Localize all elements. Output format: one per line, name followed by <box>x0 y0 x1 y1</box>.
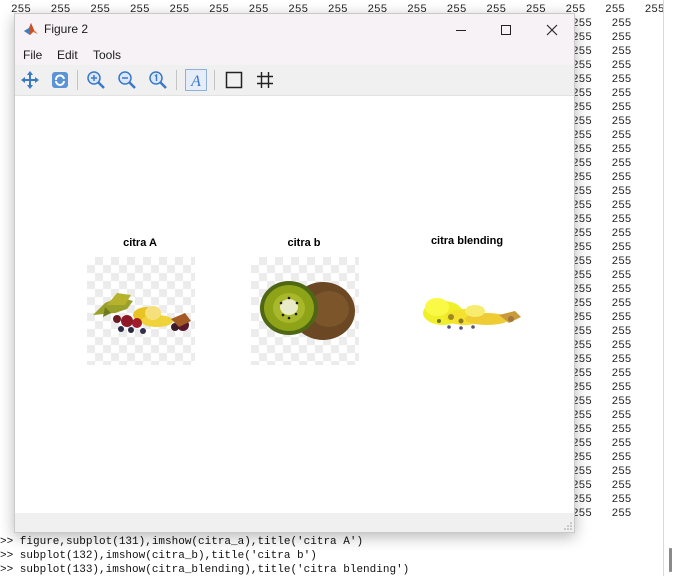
blended-fruit-image <box>423 298 521 330</box>
console-output-line: 255 255 <box>572 74 632 86</box>
console-output-line: 255 255 <box>572 354 632 366</box>
console-output-line: 255 255 <box>572 32 632 44</box>
toolbar-separator <box>77 70 78 90</box>
console-output-line: 255 255 <box>572 494 632 506</box>
console-output-line: 255 255 <box>572 270 632 282</box>
minimize-icon <box>455 29 466 31</box>
zoom-out-button[interactable] <box>116 69 138 91</box>
menu-file[interactable]: File <box>23 48 42 62</box>
axes-box-button[interactable] <box>223 69 245 91</box>
console-output-line: 255 255 <box>572 368 632 380</box>
pan-icon <box>21 71 39 89</box>
console-output-line: 255 255 <box>572 200 632 212</box>
menu-edit[interactable]: Edit <box>57 48 78 62</box>
maximize-button[interactable] <box>483 14 528 45</box>
console-output-line: 255 255 <box>572 242 632 254</box>
console-output-line: 255 255 <box>572 158 632 170</box>
console-output-line: 255 255 <box>572 326 632 338</box>
menu-tools[interactable]: Tools <box>93 48 121 62</box>
console-output-line: 255 255 <box>572 60 632 72</box>
console-output-line: 255 255 <box>572 88 632 100</box>
grid-button[interactable] <box>254 69 276 91</box>
subplot-title: citra A <box>123 237 157 249</box>
console-output-line: 255 255 <box>572 228 632 240</box>
console-output-line: 255 255 <box>572 186 632 198</box>
minimize-button[interactable] <box>438 14 483 45</box>
svg-text:A: A <box>190 73 201 89</box>
rotate-icon <box>52 72 68 88</box>
console-output-line: 255 255 <box>572 424 632 436</box>
zoom-reset-icon <box>149 71 167 89</box>
figure-window: Figure 2 File Edit Tools A citra A citra… <box>14 13 575 533</box>
subplot-title: citra b <box>287 237 321 249</box>
console-output-line: 255 255 <box>572 256 632 268</box>
console-output-line: 255 255 <box>572 452 632 464</box>
text-annotation-button[interactable]: A <box>185 69 207 91</box>
axes-box-icon <box>225 71 243 89</box>
toolbar-separator <box>214 70 215 90</box>
console-output-line: 255 255 <box>572 130 632 142</box>
zoom-in-button[interactable] <box>85 69 107 91</box>
console-output-line: 255 255 <box>572 116 632 128</box>
subplot-image-blended <box>415 257 523 365</box>
console-scrollbar[interactable] <box>669 548 672 572</box>
console-output-line: 255 255 <box>572 480 632 492</box>
console-output-line: 255 255 <box>572 438 632 450</box>
grid-icon <box>257 72 273 88</box>
console-output-line: 255 255 <box>572 396 632 408</box>
kiwi-image <box>260 281 355 340</box>
console-command-line: >> subplot(132),imshow(citra_b),title('c… <box>0 550 317 562</box>
subplot-image-kiwi <box>251 257 359 365</box>
subplot-image-fruit <box>87 257 195 365</box>
fruit-image <box>93 293 191 334</box>
window-title: Figure 2 <box>44 22 89 36</box>
matlab-logo-icon <box>24 23 38 35</box>
console-output-line: 255 255 <box>572 298 632 310</box>
console-output-line: 255 255 <box>572 214 632 226</box>
menu-bar: File Edit Tools <box>15 45 574 65</box>
maximize-icon <box>500 24 511 35</box>
zoom-reset-button[interactable] <box>147 69 169 91</box>
pan-button[interactable] <box>19 69 41 91</box>
zoom-out-icon <box>118 71 136 89</box>
text-annotation-icon: A <box>190 73 201 89</box>
console-output-line: 255 255 <box>572 172 632 184</box>
close-icon <box>546 24 557 35</box>
console-output-line: 255 255 <box>572 382 632 394</box>
rotate-button[interactable] <box>49 69 71 91</box>
console-output-line: 255 255 <box>572 102 632 114</box>
title-bar[interactable]: Figure 2 <box>15 14 574 45</box>
figure-toolbar: A <box>15 65 574 96</box>
console-output-line: 255 255 <box>572 508 632 520</box>
resize-grip-icon[interactable] <box>564 522 572 530</box>
console-output-line: 255 255 <box>572 18 632 30</box>
console-command-line: >> figure,subplot(131),imshow(citra_a),t… <box>0 536 364 548</box>
console-output-line: 255 255 <box>572 410 632 422</box>
console-output-line: 255 255 <box>572 284 632 296</box>
figure-canvas[interactable]: citra A citra b citra blending <box>15 96 574 513</box>
console-divider <box>663 0 664 576</box>
status-bar <box>15 513 574 532</box>
subplot-title: citra blending <box>430 235 504 247</box>
zoom-in-icon <box>87 71 105 89</box>
close-button[interactable] <box>529 14 574 45</box>
console-output-line: 255 255 <box>572 46 632 58</box>
toolbar-separator <box>176 70 177 90</box>
console-output-line: 255 255 <box>572 144 632 156</box>
console-command-line: >> subplot(133),imshow(citra_blending),t… <box>0 564 410 576</box>
console-output-line: 255 255 <box>572 466 632 478</box>
console-output-line: 255 255 <box>572 340 632 352</box>
console-output-line: 255 255 <box>572 312 632 324</box>
